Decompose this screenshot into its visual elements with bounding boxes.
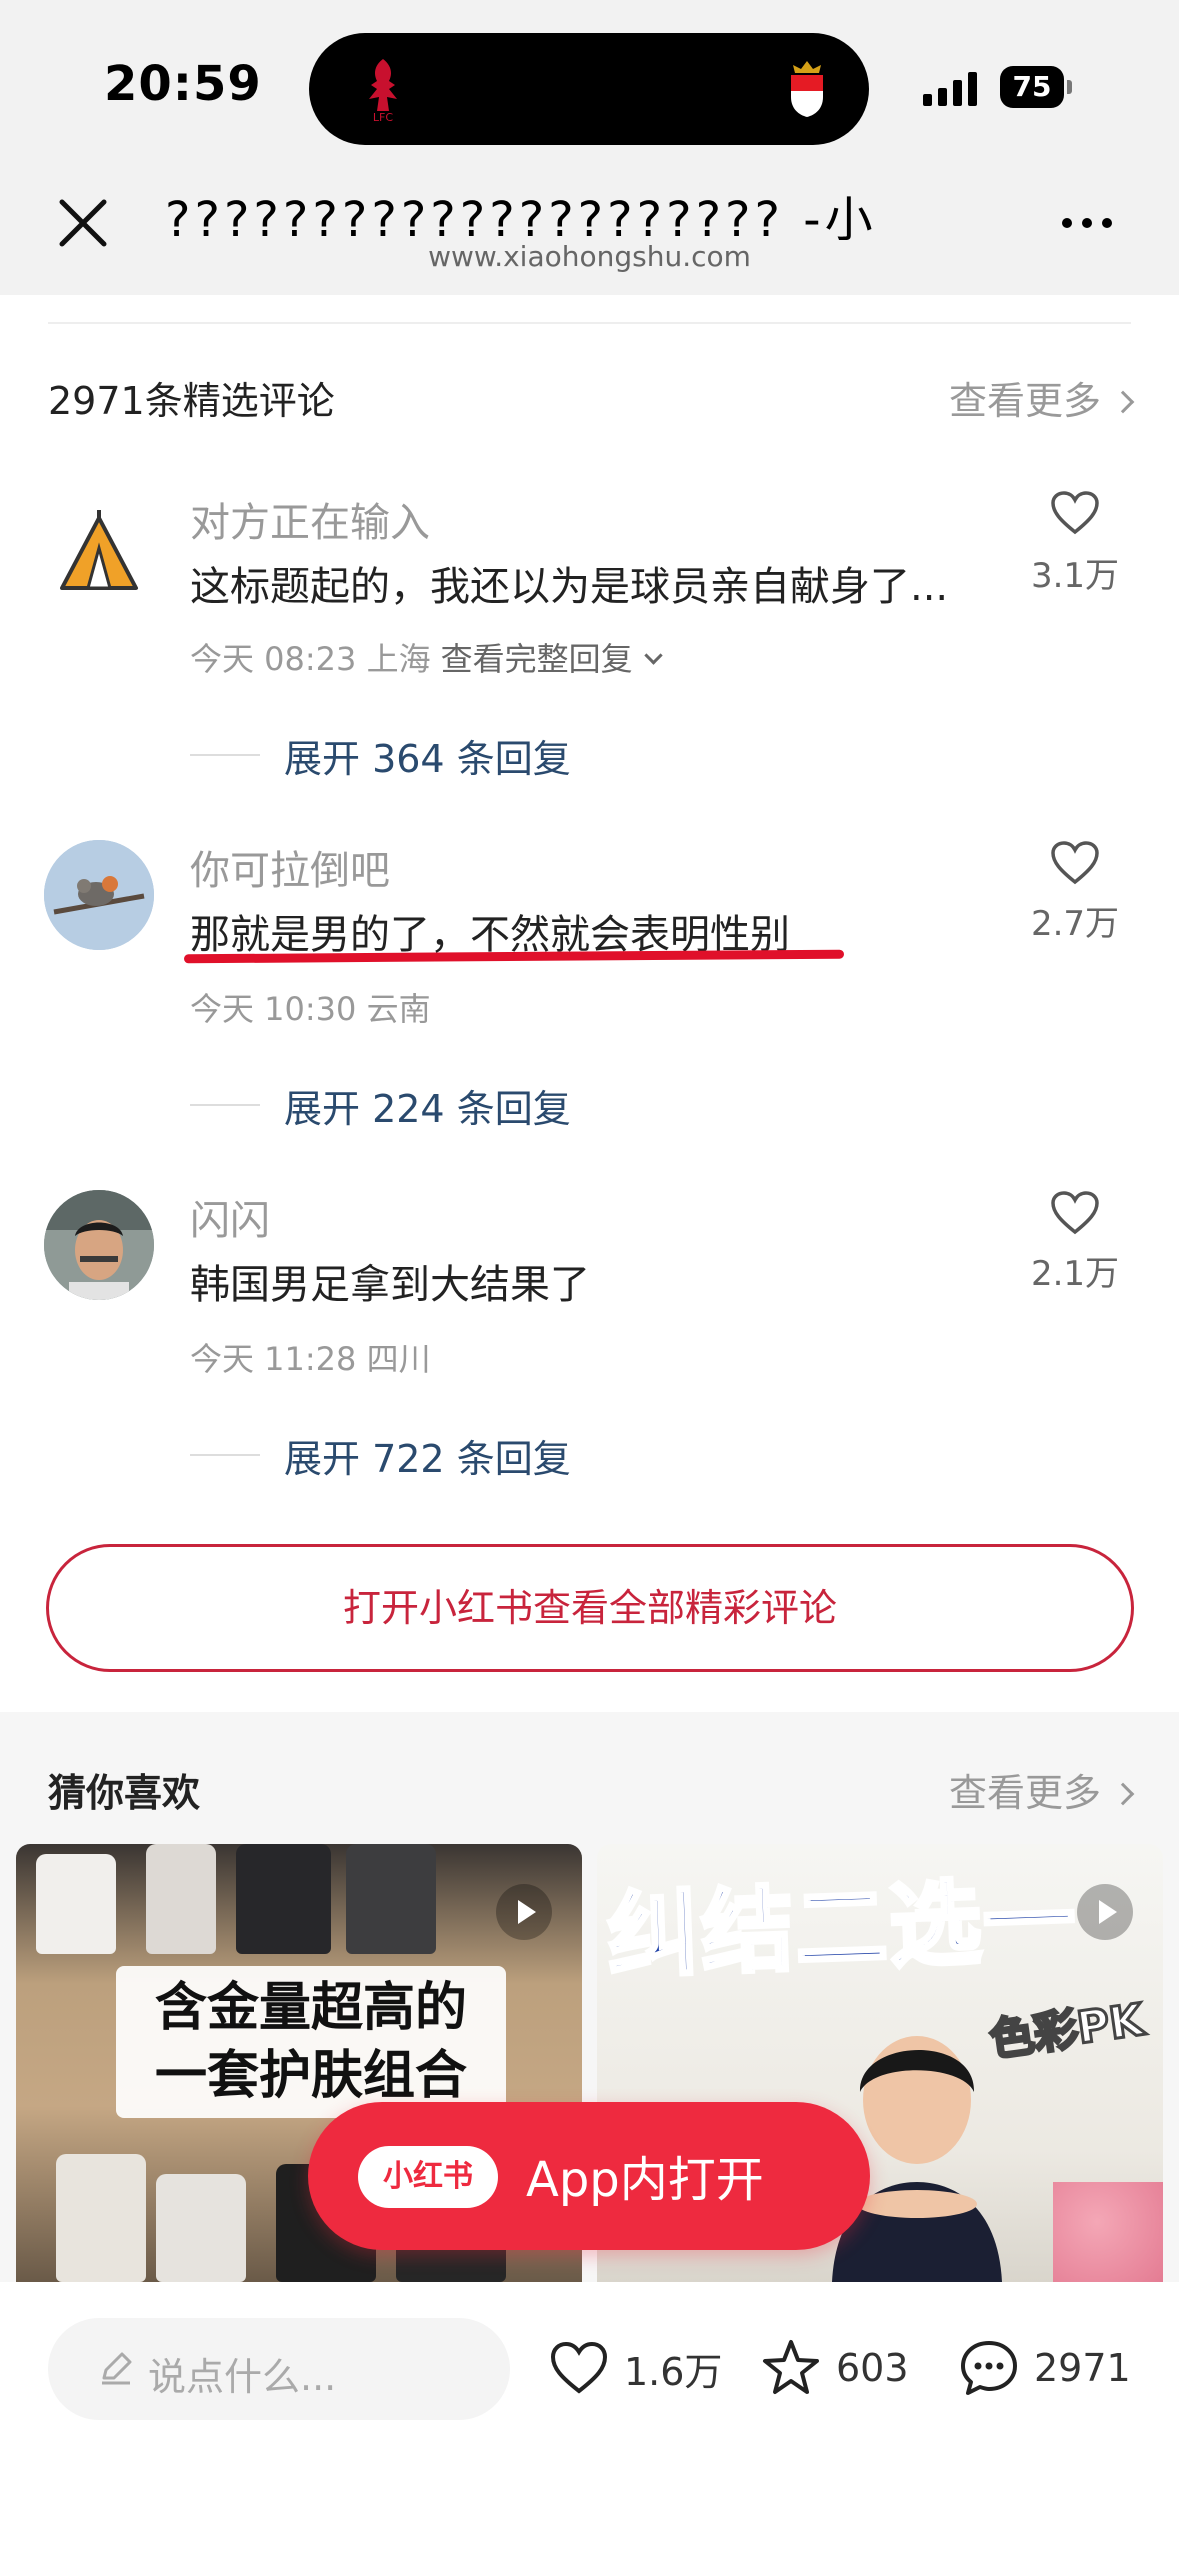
heart-icon[interactable] [1050, 1190, 1100, 1236]
avatar[interactable] [44, 1190, 154, 1300]
browser-header: 20:59 LFC 75 ????????????????????? -小 ww… [0, 0, 1179, 295]
bottle-illustration [236, 1844, 331, 1954]
comment-item: 闪闪 韩国男足拿到大结果了 今天 11:28 四川 2.1万 展开 722 条回… [0, 1170, 1179, 1510]
expand-divider [190, 1104, 260, 1106]
avatar[interactable] [44, 500, 154, 610]
comment-meta: 今天 11:28 四川 [190, 1340, 431, 1378]
comment-username[interactable]: 对方正在输入 [190, 490, 430, 548]
bottle-illustration [156, 2174, 246, 2282]
comments-see-more-link[interactable]: 查看更多 [949, 370, 1135, 425]
comment-bubble-icon [961, 2341, 1017, 2395]
play-icon [1077, 1884, 1133, 1940]
comment-input[interactable]: 说点什么... [48, 2318, 510, 2420]
like-count: 2.1万 [1030, 1254, 1120, 1294]
comment-item: 对方正在输入 这标题起的，我还以为是球员亲自献身了... 今天 08:23 上海… [0, 470, 1179, 810]
like-total: 1.6万 [624, 2349, 723, 2394]
comment-text: 这标题起的，我还以为是球员亲自献身了... [190, 564, 949, 610]
expand-divider [190, 1454, 260, 1456]
avatar[interactable] [44, 840, 154, 950]
chevron-right-icon [1111, 1782, 1135, 1806]
heart-icon [550, 2341, 608, 2394]
pen-icon [102, 2352, 132, 2385]
comment-total: 2971 [1034, 2346, 1131, 2390]
card-caption: 含金量超高的 一套护肤组合 [116, 1966, 506, 2118]
heart-icon[interactable] [1050, 490, 1100, 536]
bottle-illustration [36, 1854, 116, 1954]
monaco-badge-icon [791, 61, 823, 117]
play-icon [496, 1884, 552, 1940]
recommendations-title: 猜你喜欢 [48, 1771, 201, 1815]
card-headline: 纠结二选一 [604, 1865, 1081, 1992]
open-app-all-comments-button[interactable]: 打开小红书查看全部精彩评论 [46, 1544, 1134, 1672]
flowers-illustration [1053, 2182, 1163, 2282]
battery-icon: 75 [1000, 66, 1064, 108]
comment-button[interactable]: 2971 [958, 2336, 1131, 2400]
open-in-app-button[interactable]: 小红书 App内打开 [308, 2102, 870, 2250]
bottom-action-bar: 说点什么... 1.6万 603 2971 [0, 2282, 1179, 2556]
liverpool-badge-icon: LFC [369, 59, 397, 123]
comment-meta: 今天 08:23 上海 查看完整回复 [190, 634, 663, 680]
view-full-reply-link[interactable]: 查看完整回复 [441, 640, 633, 678]
comment-text: 韩国男足拿到大结果了 [190, 1262, 590, 1308]
comment-username[interactable]: 闪闪 [190, 1188, 270, 1246]
comment-time-location: 今天 08:23 上海 [190, 640, 431, 678]
comments-count-title: 2971条精选评论 [48, 379, 335, 423]
like-count: 3.1万 [1030, 556, 1120, 596]
dynamic-island: LFC [309, 33, 869, 145]
chevron-right-icon [1111, 390, 1135, 414]
like-count: 2.7万 [1030, 904, 1120, 944]
chevron-down-icon [643, 646, 663, 665]
expand-divider [190, 754, 260, 756]
more-options-icon[interactable] [1062, 218, 1112, 228]
page-url: www.xiaohongshu.com [428, 240, 751, 273]
comment-item: 你可拉倒吧 那就是男的了，不然就会表明性别 今天 10:30 云南 2.7万 展… [0, 820, 1179, 1160]
recommendations-see-more-link[interactable]: 查看更多 [949, 1762, 1135, 1817]
favorite-total: 603 [836, 2346, 909, 2390]
comment-placeholder: 说点什么... [148, 2355, 337, 2399]
expand-replies-link[interactable]: 展开 722 条回复 [284, 1428, 571, 1483]
heart-icon[interactable] [1050, 840, 1100, 886]
expand-replies-link[interactable]: 展开 364 条回复 [284, 728, 571, 783]
comments-header: 2971条精选评论 查看更多 [48, 370, 1135, 426]
like-button[interactable]: 1.6万 [548, 2336, 722, 2400]
comment-username[interactable]: 你可拉倒吧 [190, 838, 390, 896]
page-title: ????????????????????? -小 [165, 192, 877, 240]
bottle-illustration [146, 1844, 216, 1954]
bottle-illustration [346, 1844, 436, 1954]
bottle-illustration [56, 2154, 146, 2282]
status-time: 20:59 [104, 56, 262, 112]
open-in-app-label: App内打开 [526, 2152, 764, 2208]
battery-tip [1067, 80, 1072, 94]
divider [48, 322, 1131, 324]
signal-icon [923, 70, 977, 106]
expand-replies-link[interactable]: 展开 224 条回复 [284, 1078, 571, 1133]
xiaohongshu-logo: 小红书 [358, 2146, 498, 2208]
star-icon [763, 2340, 819, 2394]
svg-text:LFC: LFC [373, 111, 393, 123]
favorite-button[interactable]: 603 [760, 2336, 909, 2400]
comment-meta: 今天 10:30 云南 [190, 990, 431, 1028]
